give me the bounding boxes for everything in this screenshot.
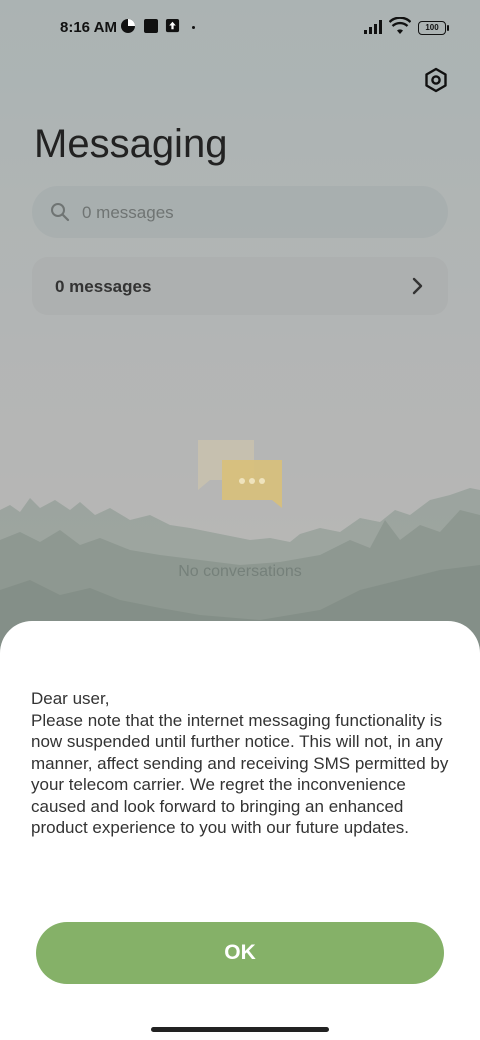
upload-icon — [165, 18, 180, 33]
page-title: Messaging — [34, 122, 228, 166]
wifi-icon — [389, 17, 411, 34]
settings-hexagon-icon[interactable] — [423, 67, 449, 93]
messages-card-label: 0 messages — [55, 277, 152, 296]
search-input[interactable]: 0 messages — [32, 186, 448, 238]
notice-dialog: Dear user, Please note that the internet… — [0, 621, 480, 1040]
notification-square-icon — [144, 19, 158, 33]
empty-state-text: No conversations — [178, 563, 302, 580]
signal-icon — [364, 20, 382, 34]
messages-card[interactable]: 0 messages — [32, 257, 448, 315]
dot-icon — [192, 26, 195, 29]
dialog-body: Please note that the internet messaging … — [31, 710, 449, 838]
chevron-right-icon — [412, 277, 423, 295]
vpn-icon — [121, 19, 135, 33]
home-indicator[interactable] — [151, 1027, 329, 1032]
ok-button[interactable]: OK — [36, 922, 444, 984]
search-icon — [51, 203, 70, 222]
battery-icon: 100 — [418, 21, 449, 35]
status-bar: 8:16 AM 100 — [0, 0, 480, 56]
status-time: 8:16 AM — [60, 19, 117, 36]
search-placeholder: 0 messages — [82, 203, 174, 222]
dialog-greeting: Dear user, — [31, 689, 110, 708]
chat-bubbles-icon — [198, 440, 282, 508]
dialog-message: Dear user, Please note that the internet… — [31, 688, 461, 839]
